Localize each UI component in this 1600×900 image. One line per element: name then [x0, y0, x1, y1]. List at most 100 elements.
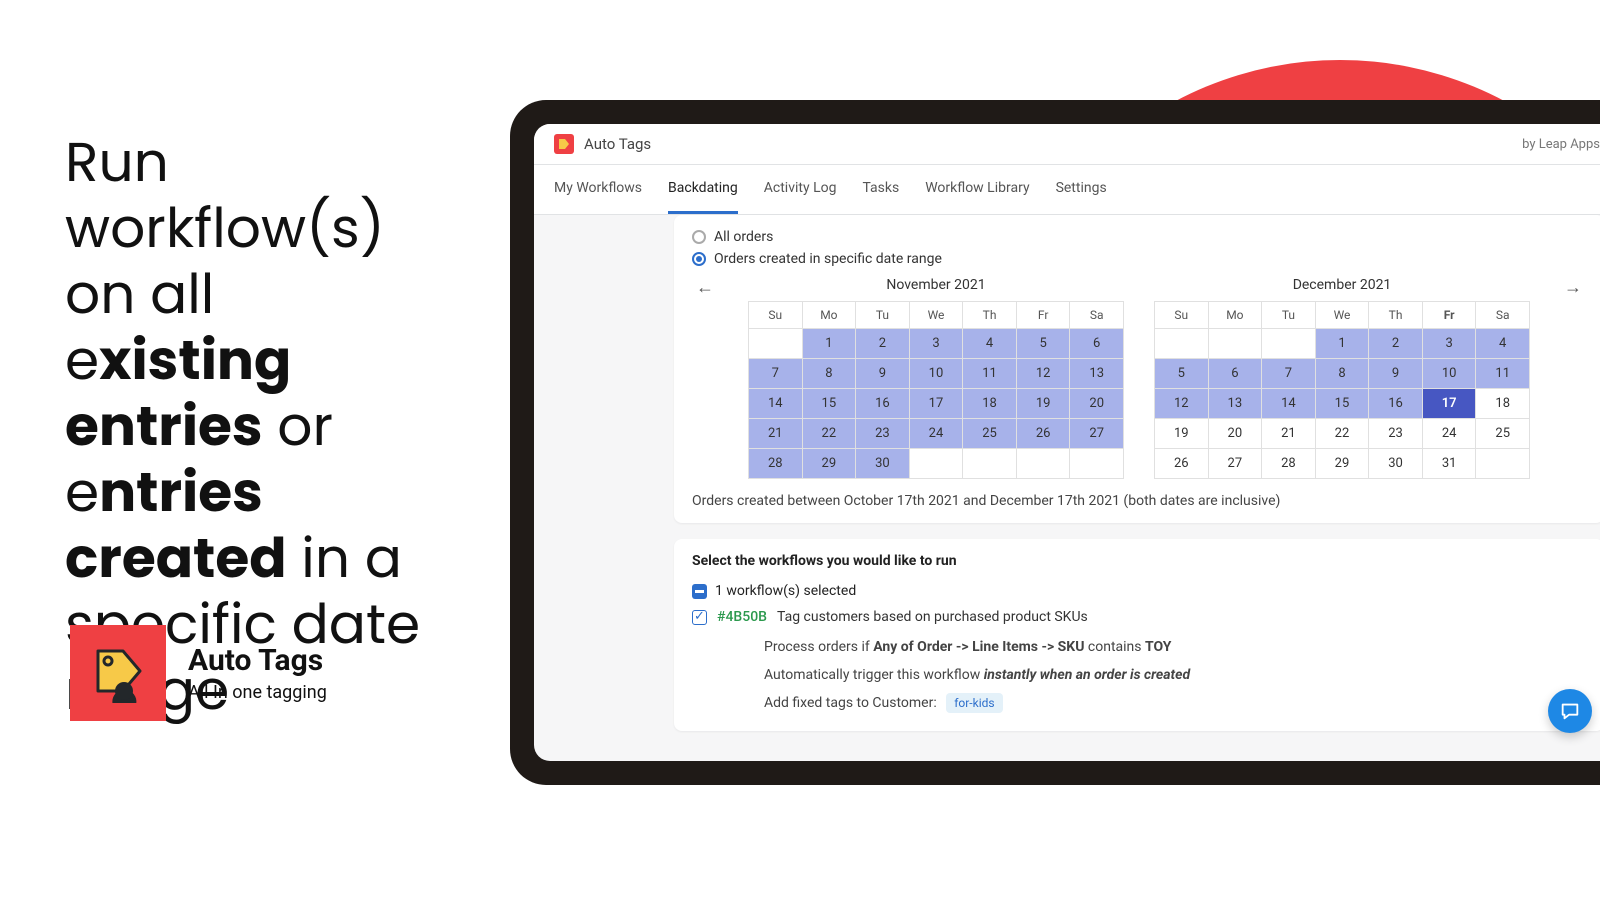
calendar-day[interactable]: 4	[963, 329, 1017, 359]
calendar-empty-cell	[910, 449, 964, 479]
help-button[interactable]	[1548, 689, 1592, 733]
calendar-day[interactable]: 1	[803, 329, 857, 359]
calendar-day[interactable]: 16	[856, 389, 910, 419]
calendar-day[interactable]: 17	[1423, 389, 1477, 419]
app-screen: Auto Tags by Leap Apps My Workflows Backd…	[534, 124, 1600, 761]
calendar-day[interactable]: 4	[1476, 329, 1530, 359]
workflow-item[interactable]: #4B50B Tag customers based on purchased …	[692, 609, 1586, 625]
calendar-day[interactable]: 24	[1423, 419, 1477, 449]
calendar-day[interactable]: 5	[1155, 359, 1209, 389]
calendar-day[interactable]: 22	[1316, 419, 1370, 449]
calendar-day[interactable]: 9	[1369, 359, 1423, 389]
calendar-day[interactable]: 10	[910, 359, 964, 389]
date-filter-card: All orders Orders created in specific da…	[674, 215, 1600, 523]
calendar-day[interactable]: 10	[1423, 359, 1477, 389]
arrow-left-icon: ←	[696, 277, 714, 298]
radio-label: All orders	[714, 229, 773, 245]
calendar-day[interactable]: 23	[1369, 419, 1423, 449]
calendar-day[interactable]: 29	[803, 449, 857, 479]
calendar-day[interactable]: 9	[856, 359, 910, 389]
weekday-header: Su	[749, 302, 803, 329]
tab-settings[interactable]: Settings	[1056, 165, 1107, 214]
calendar-day[interactable]: 8	[803, 359, 857, 389]
process-text: contains	[1084, 639, 1145, 655]
weekday-header: Mo	[803, 302, 857, 329]
calendar-day[interactable]: 31	[1423, 449, 1477, 479]
logo-title: Auto Tags	[188, 643, 327, 678]
calendar-day[interactable]: 21	[749, 419, 803, 449]
tab-tasks[interactable]: Tasks	[862, 165, 899, 214]
calendar-empty-cell	[963, 449, 1017, 479]
calendar-day[interactable]: 13	[1209, 389, 1263, 419]
tab-workflow-library[interactable]: Workflow Library	[925, 165, 1029, 214]
calendar-day[interactable]: 25	[1476, 419, 1530, 449]
weekday-header: Fr	[1017, 302, 1071, 329]
calendar-day[interactable]: 20	[1209, 419, 1263, 449]
calendar-empty-cell	[1262, 329, 1316, 359]
calendar-day[interactable]: 16	[1369, 389, 1423, 419]
calendar-day[interactable]: 14	[749, 389, 803, 419]
tab-activity-log[interactable]: Activity Log	[764, 165, 837, 214]
calendar-day[interactable]: 7	[749, 359, 803, 389]
tag-chip[interactable]: for-kids	[946, 693, 1002, 713]
app-logo-icon	[554, 134, 574, 154]
calendar-day[interactable]: 19	[1017, 389, 1071, 419]
calendar-day[interactable]: 2	[1369, 329, 1423, 359]
calendar-day[interactable]: 2	[856, 329, 910, 359]
calendar-day[interactable]: 24	[910, 419, 964, 449]
selected-count-label: 1 workflow(s) selected	[715, 583, 856, 599]
calendar-day[interactable]: 3	[910, 329, 964, 359]
calendar-day[interactable]: 18	[1476, 389, 1530, 419]
workflow-id: #4B50B	[717, 609, 767, 625]
calendar-day[interactable]: 1	[1316, 329, 1370, 359]
calendar-day[interactable]: 17	[910, 389, 964, 419]
app-byline: by Leap Apps	[1522, 137, 1600, 152]
calendar-day[interactable]: 19	[1155, 419, 1209, 449]
calendar-day[interactable]: 20	[1070, 389, 1124, 419]
calendar-day[interactable]: 6	[1209, 359, 1263, 389]
calendar-left: November 2021 SuMoTuWeThFrSa123456789101…	[748, 273, 1124, 479]
selected-count-row[interactable]: 1 workflow(s) selected	[692, 583, 1586, 599]
calendar-day[interactable]: 25	[963, 419, 1017, 449]
calendar-day[interactable]: 11	[1476, 359, 1530, 389]
tab-my-workflows[interactable]: My Workflows	[554, 165, 642, 214]
calendar-day[interactable]: 11	[963, 359, 1017, 389]
tag-label: Add fixed tags to Customer:	[764, 695, 937, 711]
workflow-details: Process orders if Any of Order -> Line I…	[692, 633, 1586, 717]
calendar-day[interactable]: 22	[803, 419, 857, 449]
calendar-day[interactable]: 15	[803, 389, 857, 419]
calendar-day[interactable]: 27	[1070, 419, 1124, 449]
calendar-day[interactable]: 13	[1070, 359, 1124, 389]
calendar-day[interactable]: 7	[1262, 359, 1316, 389]
calendar-day[interactable]: 26	[1155, 449, 1209, 479]
calendar-empty-cell	[749, 329, 803, 359]
radio-date-range[interactable]: Orders created in specific date range	[692, 251, 1586, 267]
calendar-day[interactable]: 29	[1316, 449, 1370, 479]
calendar-day[interactable]: 30	[1369, 449, 1423, 479]
calendar-day[interactable]: 3	[1423, 329, 1477, 359]
calendar-day[interactable]: 12	[1017, 359, 1071, 389]
calendar-day[interactable]: 12	[1155, 389, 1209, 419]
calendar-day[interactable]: 21	[1262, 419, 1316, 449]
calendar-day[interactable]: 6	[1070, 329, 1124, 359]
app-topbar: Auto Tags by Leap Apps	[534, 124, 1600, 165]
calendar-title: December 2021	[1154, 273, 1530, 301]
calendar-day[interactable]: 23	[856, 419, 910, 449]
radio-all-orders[interactable]: All orders	[692, 229, 1586, 245]
tab-backdating[interactable]: Backdating	[668, 165, 738, 214]
calendar-day[interactable]: 28	[1262, 449, 1316, 479]
section-title: Select the workflows you would like to r…	[692, 553, 1586, 569]
calendar-day[interactable]: 30	[856, 449, 910, 479]
calendar-day[interactable]: 5	[1017, 329, 1071, 359]
prev-month-button[interactable]: ←	[692, 273, 718, 298]
next-month-button[interactable]: →	[1560, 273, 1586, 298]
calendar-day[interactable]: 28	[749, 449, 803, 479]
calendar-day[interactable]: 14	[1262, 389, 1316, 419]
calendar-right: December 2021 SuMoTuWeThFrSa123456789101…	[1154, 273, 1530, 479]
calendar-day[interactable]: 15	[1316, 389, 1370, 419]
calendar-day[interactable]: 8	[1316, 359, 1370, 389]
weekday-header: Fr	[1423, 302, 1477, 329]
calendar-day[interactable]: 27	[1209, 449, 1263, 479]
calendar-day[interactable]: 18	[963, 389, 1017, 419]
calendar-day[interactable]: 26	[1017, 419, 1071, 449]
